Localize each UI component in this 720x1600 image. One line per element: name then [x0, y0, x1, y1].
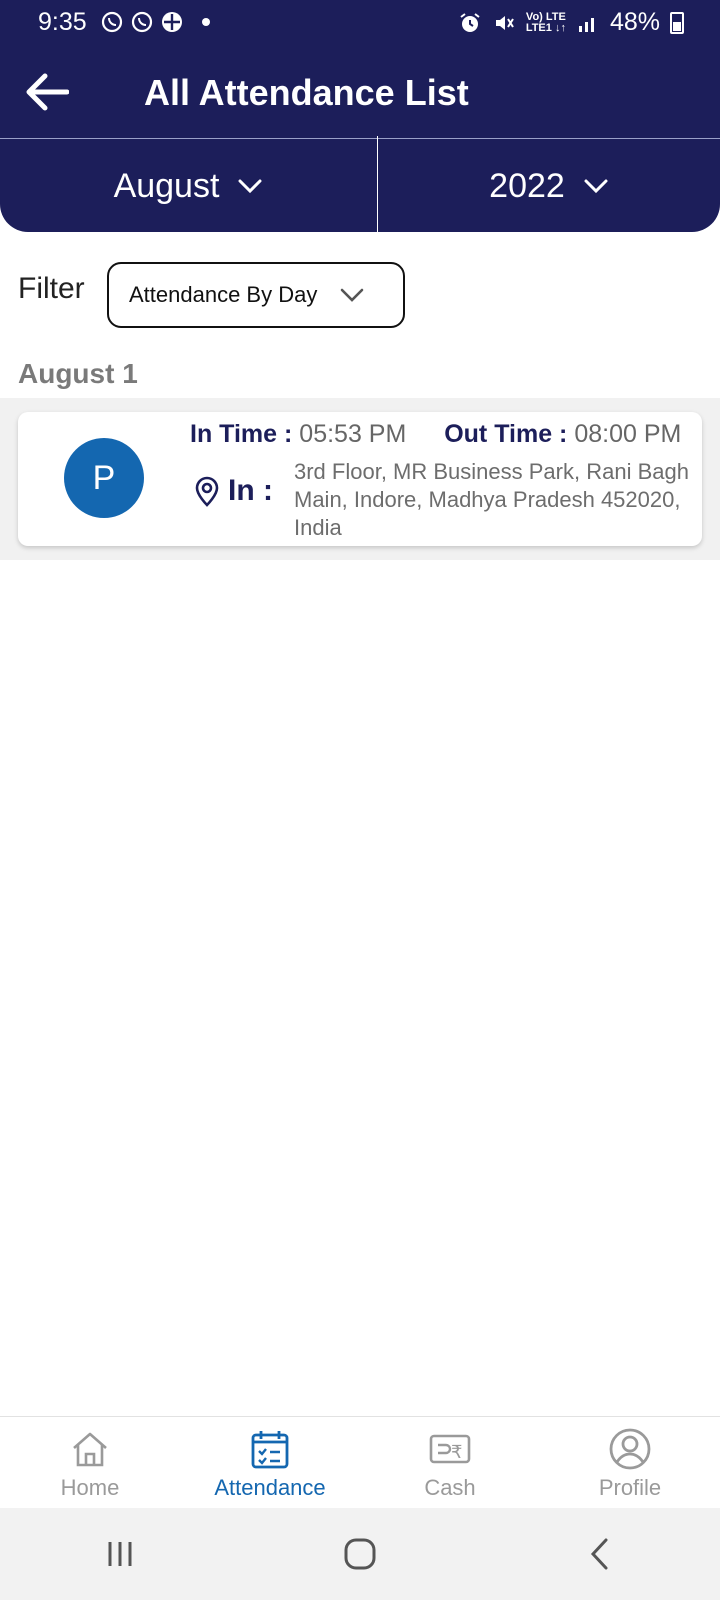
month-value: August [113, 166, 220, 205]
nav-profile-label: Profile [598, 1475, 662, 1500]
address-text: 3rd Floor, MR Business Park, Rani Bagh M… [294, 459, 689, 540]
filter-dropdown[interactable]: Attendance By Day [107, 262, 405, 328]
status-indicators: Vo) LTE LTE1 ↓↑ 48% [458, 8, 684, 37]
page-title: All Attendance List [144, 72, 469, 113]
in-time-label: In Time : [190, 420, 293, 448]
location-label: In : [228, 474, 273, 507]
network-indicator: Vo) LTE LTE1 ↓↑ [525, 10, 566, 34]
header: 9:35 Vo) LTE LTE1 ↓↑ 48% All Attendance … [0, 0, 720, 232]
in-time-value: 05:53 PM [299, 420, 407, 448]
status-bar: 9:35 Vo) LTE LTE1 ↓↑ 48% [0, 0, 720, 46]
whatsapp-icon [101, 11, 123, 33]
chevron-down-icon [341, 288, 364, 302]
cash-icon: ₹ [429, 1434, 471, 1464]
home-circle-icon [344, 1538, 376, 1570]
month-selector[interactable]: August [0, 140, 377, 232]
arrow-left-icon [26, 73, 69, 111]
bottom-navigation: Home Attendance ₹ Cash Profile [0, 1416, 720, 1508]
recent-apps-icon [108, 1542, 132, 1566]
recent-apps-button[interactable] [90, 1524, 150, 1584]
time-row: In Time : 05:53 PM Out Time : 08:00 PM [190, 420, 681, 449]
battery-percent: 48% [609, 8, 660, 36]
whatsapp-business-icon [131, 11, 153, 33]
attendance-record-card[interactable]: P In Time : 05:53 PM Out Time : 08:00 PM… [18, 412, 702, 546]
nav-cash-label: Cash [424, 1475, 476, 1500]
app-grid-icon [162, 12, 182, 32]
alarm-icon [460, 12, 480, 32]
avatar: P [64, 438, 144, 518]
nav-home-label: Home [60, 1475, 120, 1500]
date-heading: August 1 [18, 358, 138, 389]
status-time: 9:35 [38, 8, 87, 36]
year-selector[interactable]: 2022 [378, 140, 720, 232]
system-back-button[interactable] [570, 1524, 630, 1584]
calendar-icon [251, 1431, 289, 1469]
nav-attendance[interactable]: Attendance [180, 1417, 360, 1508]
notification-icons [100, 10, 210, 34]
out-time-value: 08:00 PM [574, 420, 682, 448]
nav-attendance-label: Attendance [214, 1475, 326, 1500]
location-row: In : [194, 474, 273, 508]
year-value: 2022 [489, 166, 565, 205]
signal-icon [578, 17, 594, 32]
battery-icon [670, 11, 684, 34]
filter-label: Filter [18, 272, 85, 305]
nav-profile[interactable]: Profile [540, 1417, 720, 1508]
chevron-down-icon [238, 179, 262, 194]
back-button[interactable] [20, 66, 72, 118]
location-pin-icon [195, 476, 219, 507]
svg-text:₹: ₹ [451, 1442, 462, 1463]
home-icon [73, 1432, 107, 1467]
system-navigation-bar [0, 1508, 720, 1600]
out-time-label: Out Time : [444, 420, 568, 448]
header-divider [0, 138, 720, 139]
chevron-down-icon [584, 179, 608, 194]
notification-dot [202, 18, 210, 26]
nav-home[interactable]: Home [0, 1417, 180, 1508]
home-system-button[interactable] [330, 1524, 390, 1584]
filter-selected-value: Attendance By Day [129, 282, 318, 307]
mute-icon [495, 15, 514, 30]
chevron-left-icon [590, 1538, 608, 1570]
nav-cash[interactable]: ₹ Cash [360, 1417, 540, 1508]
app-bar: All Attendance List [0, 52, 720, 138]
profile-icon [609, 1428, 651, 1470]
